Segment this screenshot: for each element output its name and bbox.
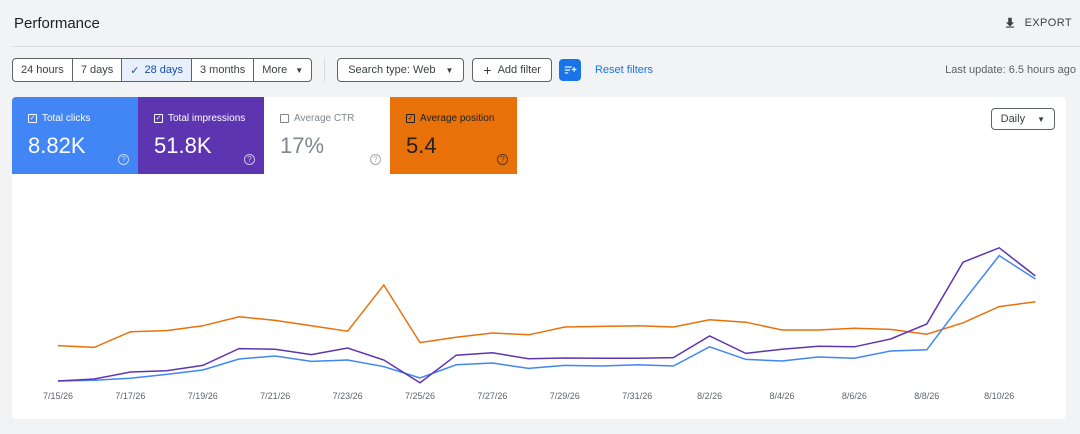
search-type-dropdown[interactable]: Search type: Web ▼ [337, 58, 465, 82]
metric-total-clicks[interactable]: ✓ Total clicks 8.82K ? [12, 97, 138, 174]
date-range-7-days[interactable]: 7 days [73, 59, 123, 81]
filter-bar: 24 hours 7 days ✓ 28 days 3 months More ▼ … [12, 58, 653, 82]
filter-settings-button[interactable] [558, 59, 581, 81]
check-icon: ✓ [130, 64, 140, 77]
download-icon [1005, 17, 1014, 28]
metric-average-position[interactable]: ✓ Average position 5.4 ? [390, 97, 517, 174]
plus-icon: + [483, 62, 492, 78]
x-tick-label: 8/10/26 [984, 391, 1014, 401]
date-range-selector: 24 hours 7 days ✓ 28 days 3 months More ▼ [12, 58, 313, 82]
caret-down-icon: ▼ [295, 65, 304, 75]
page-title: Performance [14, 15, 100, 32]
date-range-3-months[interactable]: 3 months [192, 59, 255, 81]
top-bar: Performance EXPORT [0, 0, 1080, 47]
date-range-label: More [262, 64, 288, 76]
series-line-total-clicks [57, 254, 1036, 382]
caret-down-icon: ▼ [1037, 114, 1045, 124]
filter-separator [324, 58, 326, 82]
checkbox-unchecked-icon[interactable] [280, 114, 289, 123]
x-tick-label: 7/29/26 [550, 391, 580, 401]
granularity-dropdown[interactable]: Daily ▼ [990, 108, 1055, 130]
export-label: EXPORT [1024, 17, 1072, 29]
reset-filters-link[interactable]: Reset filters [595, 64, 653, 76]
x-tick-label: 7/31/26 [622, 391, 652, 401]
metric-label: Average CTR [294, 113, 355, 124]
metric-label: Total clicks [42, 113, 91, 124]
help-icon[interactable]: ? [118, 154, 129, 165]
x-tick-label: 7/15/26 [43, 391, 73, 401]
series-line-average-position [57, 283, 1036, 349]
date-range-label: 24 hours [21, 64, 64, 76]
date-range-label: 28 days [144, 64, 183, 76]
granularity-label: Daily [1000, 113, 1026, 125]
checkbox-checked-icon[interactable]: ✓ [154, 114, 163, 123]
metric-label: Average position [420, 113, 495, 124]
date-range-more[interactable]: More ▼ [254, 59, 311, 81]
help-icon[interactable]: ? [497, 154, 508, 165]
checkbox-checked-icon[interactable]: ✓ [406, 114, 415, 123]
caret-down-icon: ▼ [445, 65, 454, 75]
help-icon[interactable]: ? [244, 154, 255, 165]
series-line-total-impressions [57, 246, 1036, 384]
metric-total-impressions[interactable]: ✓ Total impressions 51.8K ? [138, 97, 264, 174]
date-range-24-hours[interactable]: 24 hours [13, 59, 73, 81]
date-range-label: 7 days [80, 64, 114, 76]
x-tick-label: 7/17/26 [115, 391, 145, 401]
date-range-28-days[interactable]: ✓ 28 days [122, 59, 192, 81]
metric-average-ctr[interactable]: Average CTR 17% ? [264, 97, 390, 174]
x-axis-ticks: 7/15/26 7/17/26 7/19/26 7/21/26 7/23/26 7/25/… [43, 391, 1014, 401]
x-tick-label: 8/8/26 [914, 391, 939, 401]
x-tick-label: 8/4/26 [769, 391, 794, 401]
checkbox-checked-icon[interactable]: ✓ [28, 114, 37, 123]
x-tick-label: 7/27/26 [477, 391, 507, 401]
x-tick-label: 8/2/26 [697, 391, 722, 401]
x-tick-label: 7/21/26 [260, 391, 290, 401]
export-button[interactable]: EXPORT [1003, 16, 1072, 30]
last-update-text: Last update: 6.5 hours ago [945, 64, 1076, 76]
x-tick-label: 7/25/26 [405, 391, 435, 401]
x-tick-label: 8/6/26 [842, 391, 867, 401]
x-tick-label: 7/19/26 [188, 391, 218, 401]
help-icon[interactable]: ? [370, 154, 381, 165]
header-divider [12, 46, 1080, 47]
add-filter-button[interactable]: + Add filter [472, 58, 552, 82]
x-tick-label: 7/23/26 [333, 391, 363, 401]
add-filter-label: Add filter [497, 64, 541, 76]
performance-card: 7/15/26 7/17/26 7/19/26 7/21/26 7/23/26 7/25/… [12, 97, 1066, 419]
search-type-label: Search type: Web [348, 64, 436, 76]
date-range-label: 3 months [199, 64, 246, 76]
metric-label: Total impressions [168, 113, 246, 124]
filter-list-icon [564, 66, 577, 74]
